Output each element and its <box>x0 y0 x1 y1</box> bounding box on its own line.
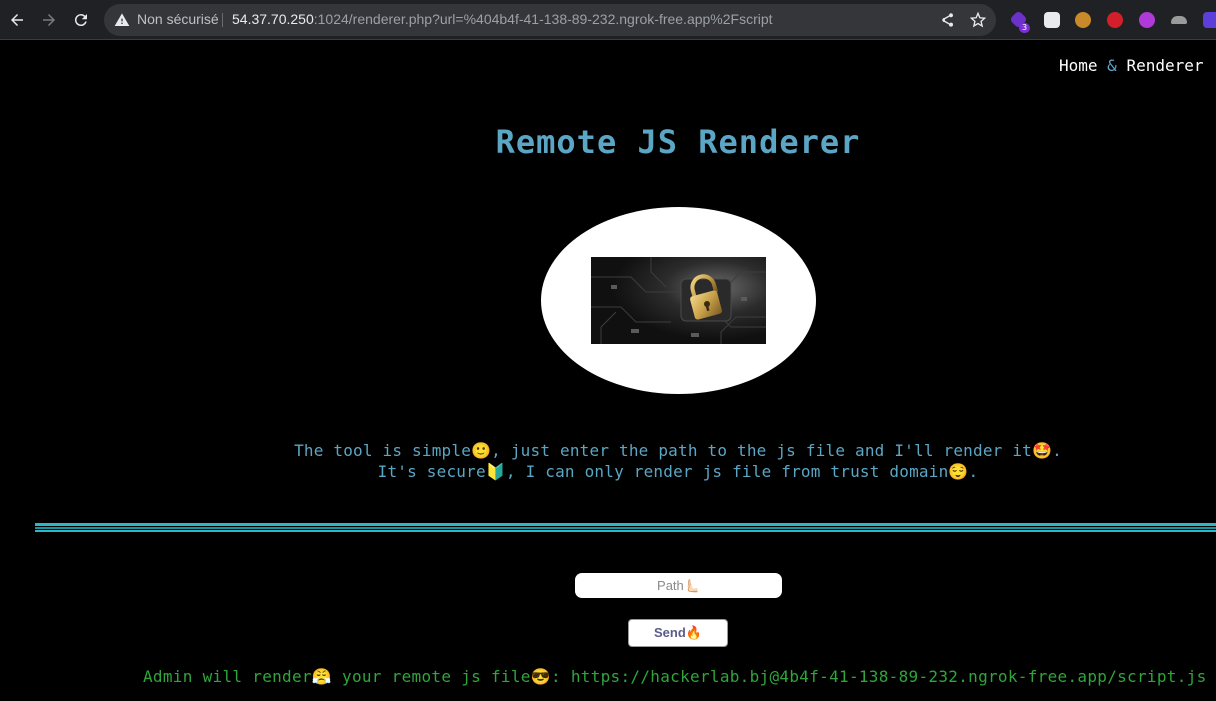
page-content: Home & Renderer Remote JS Renderer The t… <box>0 41 1216 701</box>
hat-extension-icon[interactable] <box>1171 16 1187 24</box>
red-shield-extension-icon[interactable] <box>1107 12 1123 28</box>
send-button[interactable]: Send🔥 <box>628 619 728 647</box>
share-icon[interactable] <box>939 12 955 28</box>
admin-render-message: Admin will render😤 your remote js file😎:… <box>143 667 1216 686</box>
browser-toolbar: Non sécurisé 54.37.70.250:1024/renderer.… <box>0 0 1216 40</box>
padlock-circuit-image <box>591 257 766 344</box>
warning-icon[interactable] <box>114 12 130 28</box>
security-status[interactable]: Non sécurisé <box>137 11 219 27</box>
top-navigation: Home & Renderer <box>1059 56 1204 75</box>
description-line-1: The tool is simple🙂, just enter the path… <box>294 441 1062 460</box>
url-host: 54.37.70.250 <box>232 11 314 27</box>
address-bar[interactable]: Non sécurisé 54.37.70.250:1024/renderer.… <box>104 4 996 36</box>
reload-icon[interactable] <box>69 8 93 32</box>
extension-icon[interactable] <box>1203 12 1216 28</box>
omnibox-separator <box>222 13 223 27</box>
wallet-extension-icon[interactable] <box>1044 12 1060 28</box>
orange-extension-icon[interactable] <box>1075 12 1091 28</box>
section-divider <box>35 523 1216 532</box>
url-text[interactable]: 54.37.70.250:1024/renderer.php?url=%404b… <box>232 11 773 27</box>
path-input[interactable] <box>575 573 782 598</box>
description-line-2: It's secure🔰, I can only render js file … <box>377 462 979 481</box>
nav-renderer-link[interactable]: Renderer <box>1126 56 1203 75</box>
back-arrow-icon[interactable] <box>5 8 29 32</box>
description: The tool is simple🙂, just enter the path… <box>0 440 1216 482</box>
nav-separator: & <box>1107 56 1117 75</box>
magenta-extension-icon[interactable] <box>1139 12 1155 28</box>
url-path: :1024/renderer.php?url=%404b4f-41-138-89… <box>313 11 773 27</box>
extension-badge: 3 <box>1019 23 1031 33</box>
star-icon[interactable] <box>969 11 987 28</box>
nav-home-link[interactable]: Home <box>1059 56 1098 75</box>
page-title: Remote JS Renderer <box>495 123 861 161</box>
forward-arrow-icon[interactable] <box>37 8 61 32</box>
